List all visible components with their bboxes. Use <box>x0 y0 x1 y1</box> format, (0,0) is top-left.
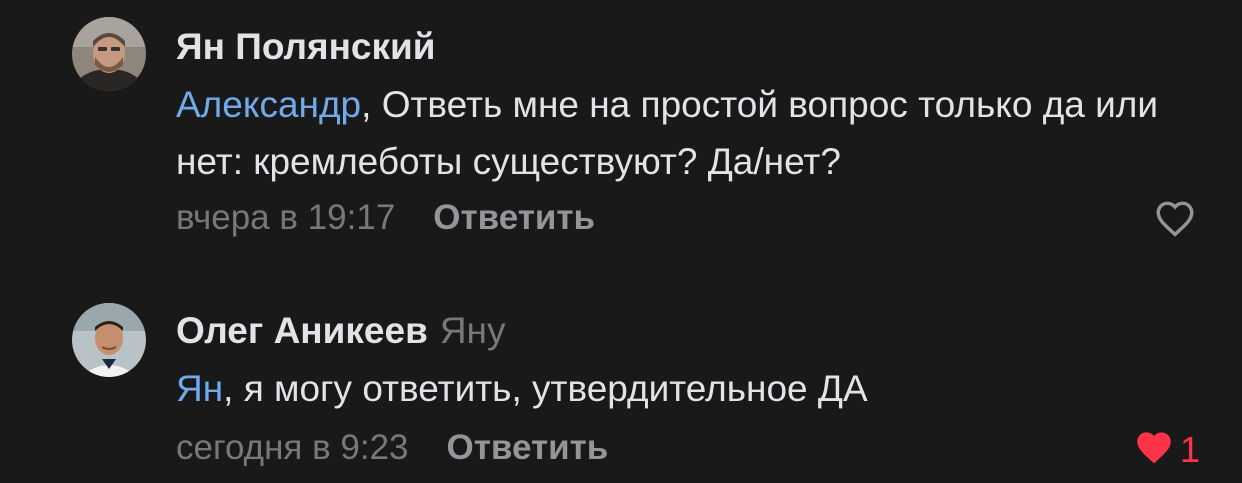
comment-body: , я могу ответить, утвердительное ДА <box>223 368 868 409</box>
timestamp: сегодня в 9:23 <box>176 428 409 467</box>
avatar-image <box>72 17 146 91</box>
comment-2: Олег Аникеев Яну Ян, я могу ответить, утв… <box>0 260 1242 483</box>
author-line: Ян Полянский <box>176 25 436 69</box>
comment-meta: вчера в 19:17 Ответить <box>176 196 595 240</box>
comment-text: Ян, я могу ответить, утвердительное ДА <box>176 360 1206 417</box>
heart-filled-icon <box>1132 428 1176 471</box>
timestamp: вчера в 19:17 <box>176 198 396 237</box>
reply-button[interactable]: Ответить <box>447 428 609 467</box>
mention-link[interactable]: Александр <box>176 84 361 125</box>
comment-text: Александр, Ответь мне на простой вопрос … <box>176 76 1206 190</box>
reply-to-label[interactable]: Яну <box>440 310 506 351</box>
comment-1: Ян Полянский Александр, Ответь мне на пр… <box>0 0 1242 260</box>
like-button[interactable] <box>1154 199 1200 242</box>
avatar[interactable] <box>72 17 146 91</box>
heart-outline-icon <box>1154 199 1196 242</box>
reply-button[interactable]: Ответить <box>433 198 595 237</box>
author-name[interactable]: Ян Полянский <box>176 26 436 67</box>
comment-meta: сегодня в 9:23 Ответить <box>176 426 608 470</box>
author-name[interactable]: Олег Аникеев <box>176 310 428 351</box>
like-count: 1 <box>1179 428 1200 470</box>
like-button[interactable]: 1 <box>1132 428 1200 471</box>
avatar-image <box>72 303 146 377</box>
avatar[interactable] <box>72 303 146 377</box>
author-line: Олег Аникеев Яну <box>176 309 505 353</box>
mention-link[interactable]: Ян <box>176 368 223 409</box>
